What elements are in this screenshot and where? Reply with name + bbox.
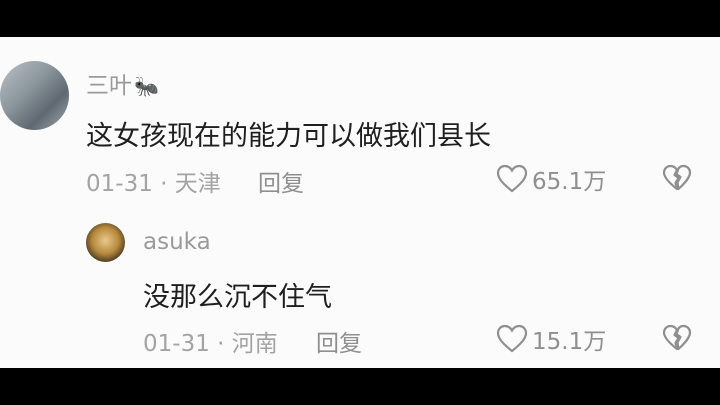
avatar[interactable] xyxy=(86,223,125,262)
comment-meta: 01-31 · 天津 xyxy=(86,171,221,197)
reply-button[interactable]: 回复 xyxy=(316,324,362,358)
like-button[interactable]: 15.1万 xyxy=(496,322,606,356)
heart-outline-icon xyxy=(496,164,528,193)
broken-heart-icon[interactable] xyxy=(662,324,692,352)
reply-button[interactable]: 回复 xyxy=(258,164,304,198)
ant-emoji-icon: 🐜 xyxy=(134,74,159,98)
like-count: 65.1万 xyxy=(532,169,607,195)
broken-heart-icon[interactable] xyxy=(662,164,692,192)
like-button[interactable]: 65.1万 xyxy=(496,162,606,196)
comment-text: 这女孩现在的能力可以做我们县长 xyxy=(86,121,491,152)
comment-username[interactable]: 三叶 🐜 xyxy=(86,66,159,100)
heart-outline-icon xyxy=(496,324,528,353)
comment-panel: 三叶 🐜 这女孩现在的能力可以做我们县长 01-31 · 天津 回复 65.1万 … xyxy=(0,37,720,368)
like-count: 15.1万 xyxy=(532,329,607,355)
reply-meta: 01-31 · 河南 xyxy=(143,331,278,357)
avatar[interactable] xyxy=(0,61,69,130)
reply-username[interactable]: asuka xyxy=(143,229,211,255)
reply-text: 没那么沉不住气 xyxy=(143,282,332,313)
